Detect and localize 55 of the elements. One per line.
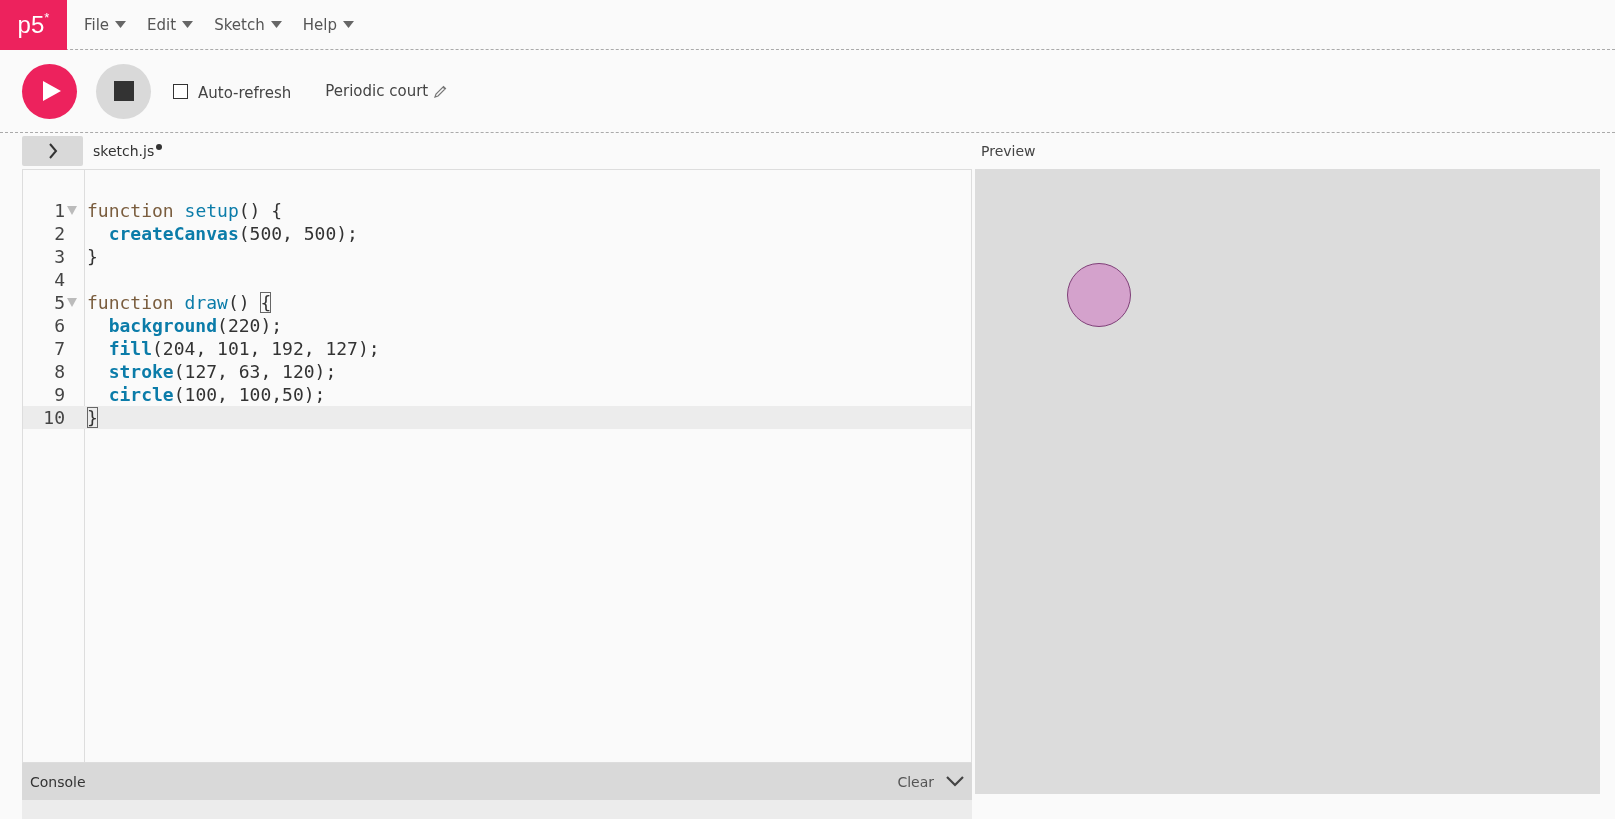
logo-asterisk: *	[44, 9, 50, 25]
code-token: function	[87, 292, 175, 313]
sidebar-toggle-button[interactable]	[22, 136, 83, 166]
caret-icon	[270, 21, 282, 28]
preview-title: Preview	[981, 143, 1036, 159]
menu-item[interactable]: Edit	[143, 11, 198, 38]
caret-icon	[342, 21, 354, 28]
code-token: createCanvas	[108, 223, 239, 244]
code-token: circle	[108, 384, 174, 405]
code-token: ()	[227, 292, 251, 313]
code-token: fill	[108, 338, 153, 359]
code-token: draw	[184, 292, 228, 313]
file-tab[interactable]: sketch.js	[93, 143, 155, 159]
code-token: }	[87, 407, 98, 428]
line-number: 3	[53, 246, 65, 267]
code-token: stroke	[108, 361, 174, 382]
console-title: Console	[30, 773, 87, 790]
code-token: {	[260, 292, 272, 313]
code-token: function	[87, 200, 175, 221]
code-token: setup	[184, 200, 239, 221]
caret-icon	[182, 21, 194, 28]
sketch-name[interactable]: Periodic court	[325, 82, 429, 100]
line-number: 10	[42, 407, 65, 428]
line-number: 7	[53, 338, 65, 359]
checkbox[interactable]	[173, 83, 188, 99]
play-icon	[42, 81, 61, 101]
line-number: 5	[53, 292, 65, 313]
p5-logo[interactable]: p5$^{*}$	[0, 0, 67, 50]
code-token: }	[87, 246, 98, 267]
clear-button[interactable]: Clear	[897, 773, 934, 790]
caret-icon	[115, 21, 127, 28]
chevron-down-icon[interactable]	[946, 776, 964, 787]
menu-item[interactable]: Sketch	[210, 11, 286, 38]
line-number: 1	[53, 200, 65, 221]
menu-item[interactable]: Help	[298, 11, 358, 38]
stop-icon	[113, 81, 134, 101]
chevron-right-icon	[47, 143, 58, 159]
line-number: 4	[53, 269, 65, 290]
line-number: 2	[53, 223, 65, 244]
code-token: (127, 63, 120);	[173, 361, 337, 382]
play-button[interactable]	[22, 63, 77, 119]
line-number: 6	[53, 315, 65, 336]
pencil-icon[interactable]	[434, 84, 448, 98]
logo-text: p5	[17, 10, 45, 39]
circle-shape	[1067, 263, 1131, 327]
menu-item[interactable]: File	[80, 11, 131, 38]
code-token: background	[108, 315, 218, 336]
auto-refresh-label: Auto-refresh	[198, 83, 292, 102]
line-number: 9	[53, 384, 65, 405]
code-token: () {	[238, 200, 283, 221]
line-number: 8	[53, 361, 65, 382]
code-token: (220);	[217, 315, 283, 336]
code-token: (100, 100,50);	[173, 384, 326, 405]
code-token: (500, 500);	[238, 223, 358, 244]
code-token: (204, 101, 192, 127);	[152, 338, 380, 359]
